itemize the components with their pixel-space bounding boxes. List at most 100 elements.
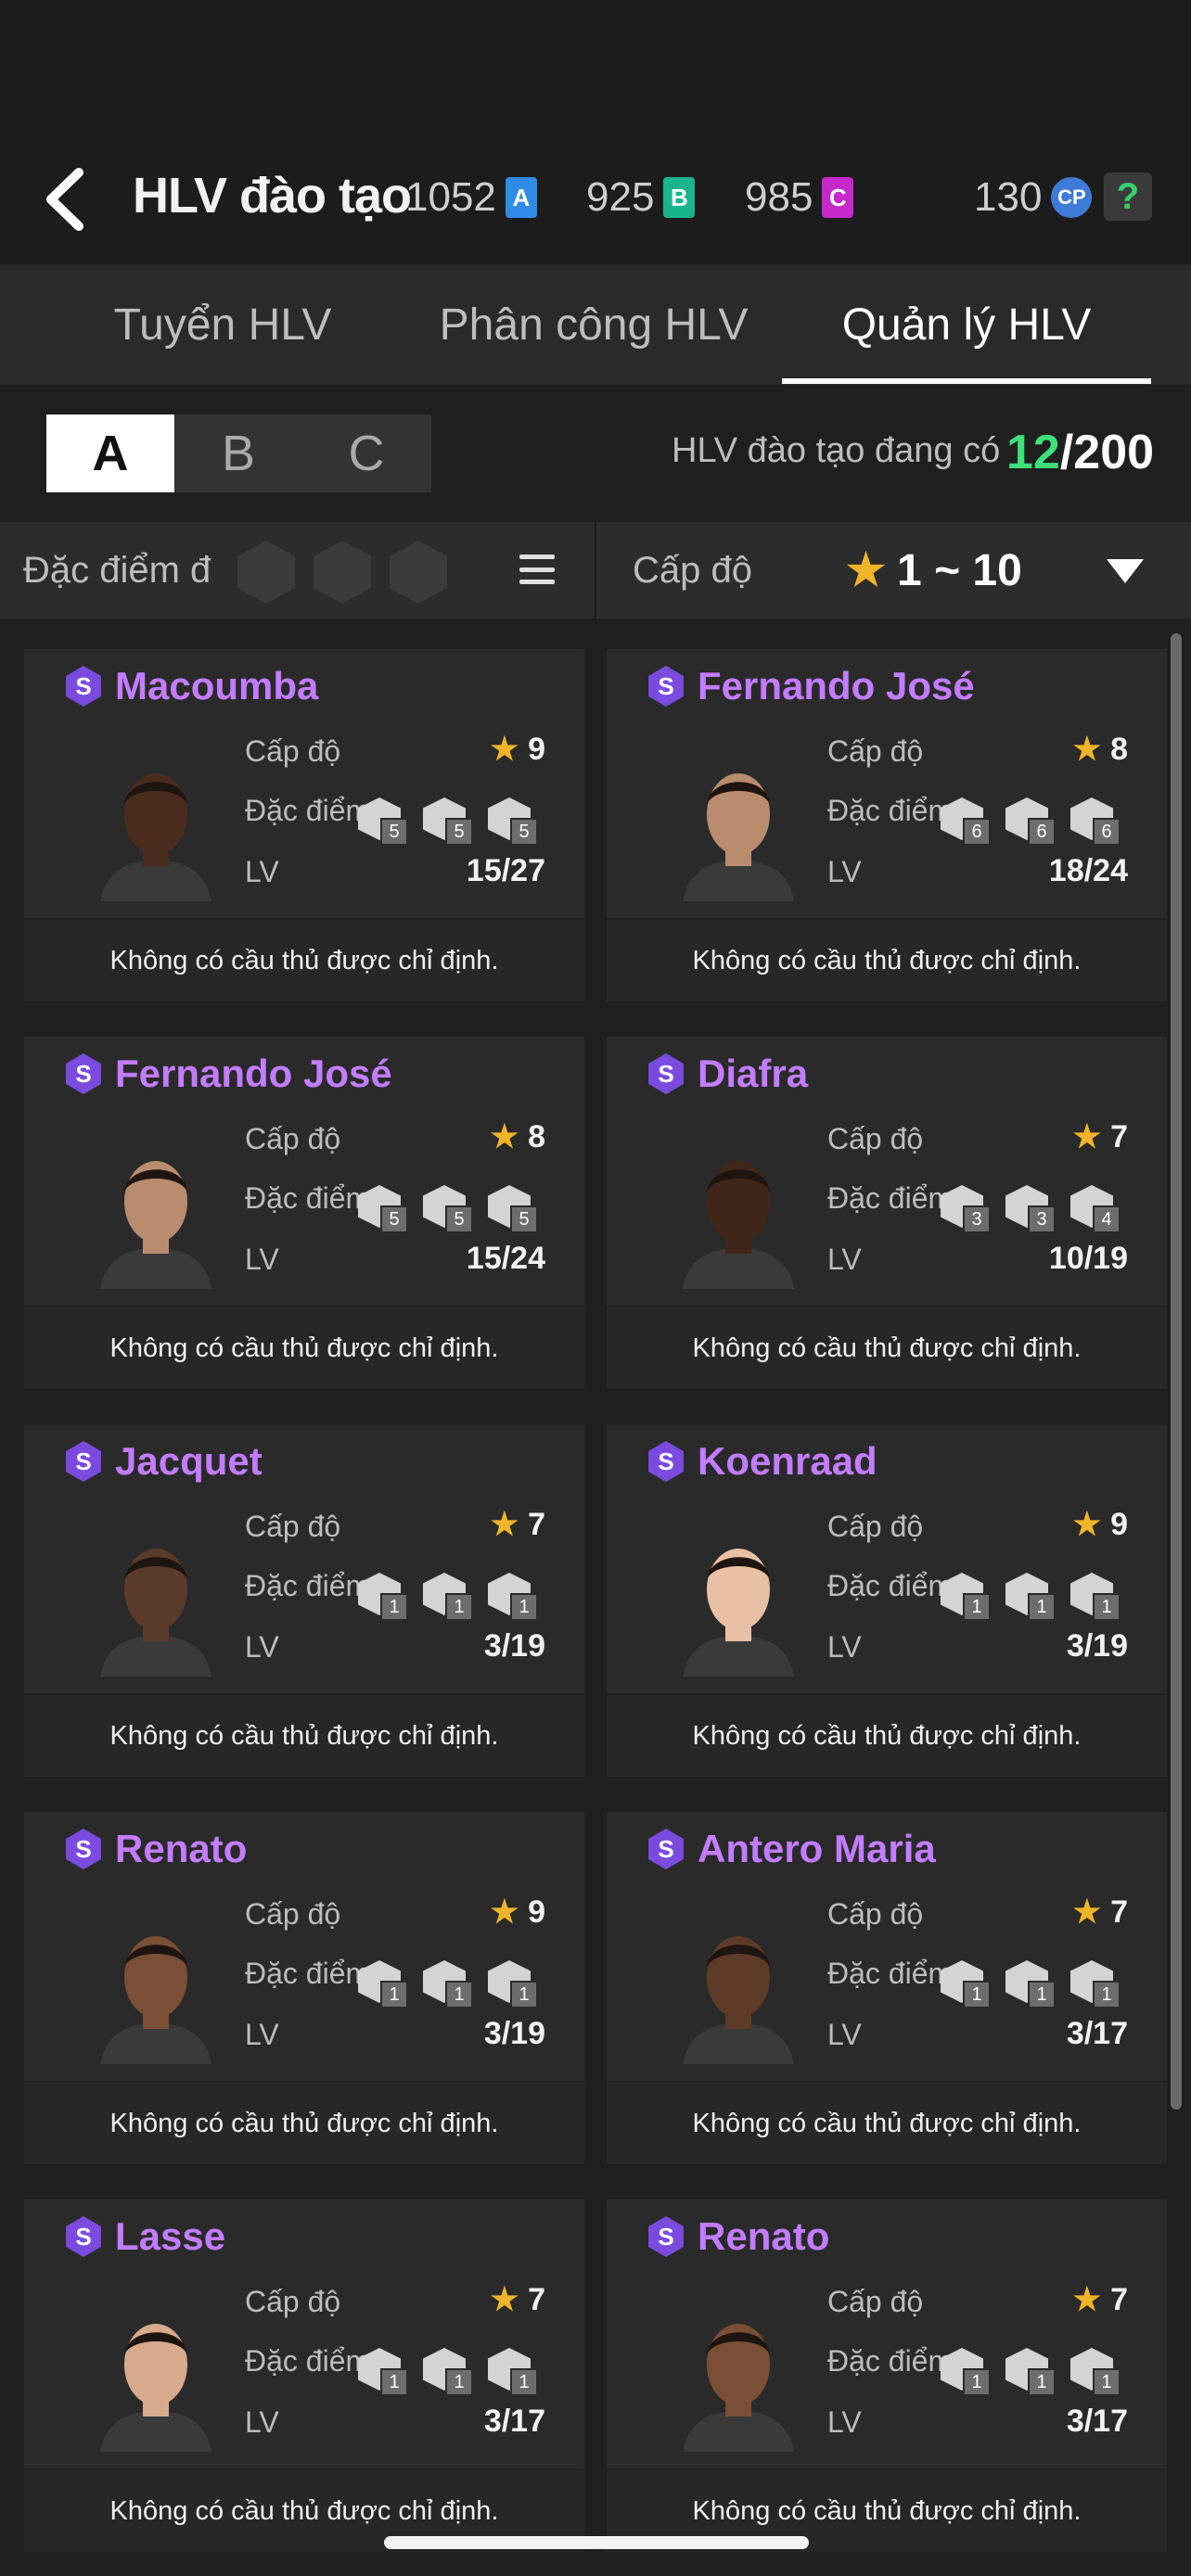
back-button[interactable]	[37, 162, 93, 236]
trait-level: 5	[510, 1205, 538, 1233]
tier-s-badge: S	[66, 2216, 101, 2257]
trait-badge[interactable]: 5	[423, 797, 477, 846]
currency-b-value: 925	[586, 174, 655, 220]
trait-badge[interactable]: 1	[1005, 1573, 1059, 1621]
dropdown-caret-icon[interactable]	[1107, 559, 1144, 583]
trait-level: 1	[1028, 2368, 1056, 2396]
currency-cp-value: 130	[974, 174, 1043, 220]
coach-name-row: S Fernando José	[63, 1052, 392, 1096]
cp-icon: CP	[1051, 177, 1093, 218]
trait-badge[interactable]: 1	[423, 1960, 477, 2009]
trait-badge[interactable]: 1	[358, 2348, 412, 2396]
currency-a[interactable]: 1052 A	[405, 174, 537, 221]
tab-manage[interactable]: Quản lý HLV	[782, 264, 1151, 385]
trait-level: 3	[1028, 1205, 1056, 1233]
coach-card[interactable]: S Renato Cấp độ ★ 9 Đặc điểm 1 1 1 LV 3/…	[24, 1812, 584, 2164]
trait-badge[interactable]: 1	[423, 2348, 477, 2396]
trait-badge[interactable]: 1	[358, 1960, 412, 2009]
scrollbar-thumb[interactable]	[1171, 633, 1182, 2110]
group-a-button[interactable]: A	[46, 414, 174, 492]
tab-assign[interactable]: Phân công HLV	[408, 264, 779, 385]
trait-badge[interactable]: 1	[1070, 1573, 1124, 1621]
trait-level: 4	[1093, 1205, 1121, 1233]
trait-slot-3-icon[interactable]	[390, 541, 447, 604]
level-label: Cấp độ	[245, 1122, 341, 1155]
trait-slot-2-icon[interactable]	[314, 541, 371, 604]
trait-level: 1	[380, 1593, 408, 1621]
trait-badge[interactable]: 5	[423, 1185, 477, 1233]
trait-badge[interactable]: 5	[488, 1185, 542, 1233]
star-icon: ★	[490, 1119, 519, 1154]
trait-level: 1	[1093, 1981, 1121, 2009]
trait-badge[interactable]: 1	[1005, 1960, 1059, 2009]
home-indicator[interactable]	[384, 2536, 809, 2549]
trait-badge[interactable]: 6	[941, 797, 994, 846]
coach-lv-value: 3/17	[1066, 2404, 1128, 2439]
trait-filter-label[interactable]: Đặc điểm đ	[23, 550, 211, 592]
tier-s-badge: S	[648, 1829, 684, 1869]
trait-badge[interactable]: 1	[1070, 1960, 1124, 2009]
trait-badge[interactable]: 1	[941, 2348, 994, 2396]
currency-c-icon: C	[822, 177, 854, 218]
trait-badge[interactable]: 1	[1005, 2348, 1059, 2396]
coach-name: Jacquet	[115, 1439, 263, 1483]
trait-badge[interactable]: 4	[1070, 1185, 1124, 1233]
chevron-left-icon	[46, 168, 83, 231]
trait-badge[interactable]: 1	[488, 1960, 542, 2009]
coach-card[interactable]: S Fernando José Cấp độ ★ 8 Đặc điểm 6 6	[607, 649, 1167, 1001]
trait-badge[interactable]: 1	[423, 1573, 477, 1621]
coach-card[interactable]: S Macoumba Cấp độ ★ 9 Đặc điểm 5 5 5 LV …	[24, 649, 584, 1001]
level-label: Cấp độ	[245, 734, 341, 768]
trait-badge[interactable]: 5	[488, 797, 542, 846]
trait-badge[interactable]: 5	[358, 1185, 412, 1233]
group-c-button[interactable]: C	[302, 414, 430, 492]
group-b-button[interactable]: B	[174, 414, 302, 492]
tier-s-badge: S	[66, 1441, 101, 1482]
filter-bar: Đặc điểm đ Cấp độ ★ 1 ~ 10	[0, 522, 1191, 618]
tab-recruit[interactable]: Tuyển HLV	[56, 264, 390, 385]
coach-card[interactable]: S Diafra Cấp độ ★ 7 Đặc điểm 3 3 4 LV 10…	[607, 1037, 1167, 1389]
coach-card[interactable]: S Koenraad Cấp độ ★ 9 Đặc điểm 1 1 1 LV …	[607, 1424, 1167, 1777]
coach-card[interactable]: S Fernando José Cấp độ ★ 8 Đặc điểm 5 5	[24, 1037, 584, 1389]
trait-slot-1-icon[interactable]	[237, 541, 295, 604]
currency-cp[interactable]: 130 CP	[974, 174, 1093, 221]
trait-badge[interactable]: 1	[358, 1573, 412, 1621]
trait-badge[interactable]: 1	[488, 1573, 542, 1621]
trait-badge[interactable]: 3	[941, 1185, 994, 1233]
coach-card[interactable]: S Renato Cấp độ ★ 7 Đặc điểm 1 1 1 LV 3/…	[607, 2200, 1167, 2552]
level-range-dropdown[interactable]: ★ 1 ~ 10	[846, 544, 1022, 596]
trait-level: 1	[1093, 2368, 1121, 2396]
trait-badge[interactable]: 5	[358, 797, 412, 846]
trait-badge[interactable]: 1	[941, 1960, 994, 2009]
trait-badge[interactable]: 1	[941, 1573, 994, 1621]
coach-name: Renato	[698, 2214, 830, 2258]
coach-name-row: S Renato	[646, 2214, 829, 2259]
trait-badge[interactable]: 6	[1070, 797, 1124, 846]
menu-icon[interactable]	[519, 555, 555, 584]
trait-level: 1	[380, 2368, 408, 2396]
star-icon: ★	[1072, 2282, 1102, 2317]
trait-badge[interactable]: 6	[1005, 797, 1059, 846]
coach-level-value: 9	[528, 1894, 545, 1930]
currency-c[interactable]: 985 C	[745, 174, 854, 221]
assignment-status: Không có cầu thủ được chỉ định.	[24, 1693, 584, 1777]
coach-card[interactable]: S Antero Maria Cấp độ ★ 7 Đặc điểm 1 1 1…	[607, 1812, 1167, 2164]
trait-level: 1	[963, 1593, 991, 1621]
trait-badge[interactable]: 1	[1070, 2348, 1124, 2396]
assignment-status: Không có cầu thủ được chỉ định.	[607, 2081, 1167, 2164]
currency-b[interactable]: 925 B	[586, 174, 696, 221]
tier-s-badge: S	[648, 666, 684, 707]
lv-label: LV	[245, 1243, 279, 1276]
coach-card[interactable]: S Jacquet Cấp độ ★ 7 Đặc điểm 1 1 1 LV 3…	[24, 1424, 584, 1777]
coach-count-max: 200	[1073, 426, 1155, 479]
trait-badge[interactable]: 1	[488, 2348, 542, 2396]
coach-card[interactable]: S Lasse Cấp độ ★ 7 Đặc điểm 1 1 1 LV 3/1…	[24, 2200, 584, 2552]
traits-label: Đặc điểm	[827, 1569, 954, 1602]
coach-portrait	[683, 773, 794, 901]
level-label: Cấp độ	[827, 2285, 924, 2318]
assignment-status: Không có cầu thủ được chỉ định.	[607, 918, 1167, 1001]
trait-badge[interactable]: 3	[1005, 1185, 1059, 1233]
coach-level-value: 7	[1110, 1118, 1128, 1154]
help-button[interactable]: ?	[1104, 172, 1152, 221]
level-label: Cấp độ	[827, 734, 924, 768]
